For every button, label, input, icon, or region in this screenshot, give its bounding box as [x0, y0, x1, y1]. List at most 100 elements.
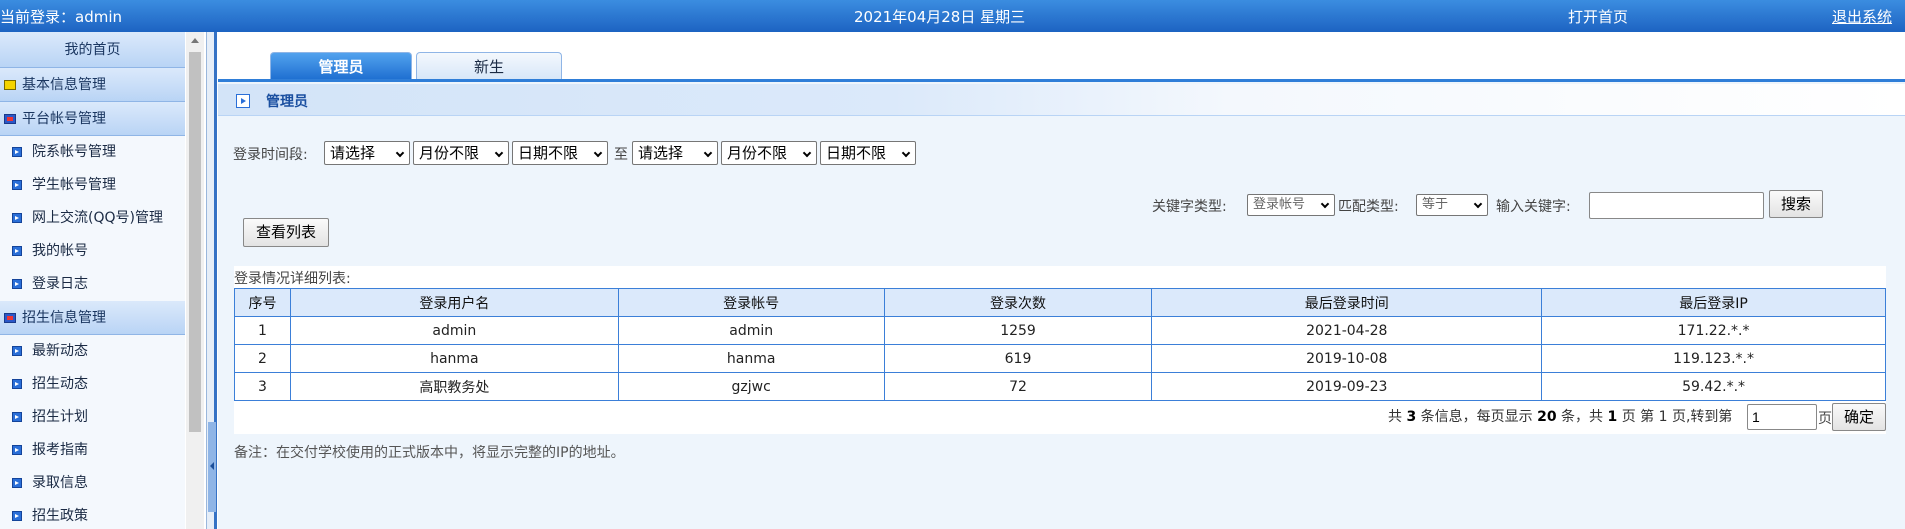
keyword-input[interactable] [1589, 192, 1764, 219]
sidebar-item-student-accounts[interactable]: 学生帐号管理 [0, 169, 185, 202]
table-cell: 119.123.*.* [1541, 344, 1886, 373]
sidebar-home[interactable]: 我的首页 [0, 32, 185, 68]
per-page-count: 20 [1537, 409, 1557, 425]
view-list-button[interactable]: 查看列表 [243, 218, 329, 247]
pager-text: 条信息，每页显示 [1420, 409, 1533, 425]
window-icon [4, 114, 16, 124]
open-home-link[interactable]: 打开首页 [1568, 6, 1628, 27]
confirm-page-button[interactable]: 确定 [1832, 403, 1886, 431]
table-cell: hanma [289, 344, 619, 373]
sidebar-item-label: 登录日志 [32, 276, 88, 292]
pager-text: 共 [1388, 409, 1402, 425]
sidebar-item-label: 报考指南 [32, 442, 88, 458]
chevron-down-icon [901, 148, 911, 158]
sidebar-item-label: 学生帐号管理 [32, 177, 116, 193]
sidebar-item-label: 录取信息 [32, 475, 88, 491]
arrow-box-icon [12, 346, 22, 356]
sidebar-item-dept-accounts[interactable]: 院系帐号管理 [0, 136, 185, 169]
sidebar-group-label: 平台帐号管理 [22, 111, 106, 127]
sidebar-group-admissions[interactable]: 招生信息管理 [0, 301, 185, 335]
remark-note: 备注：在交付学校使用的正式版本中，将显示完整的IP的地址。 [234, 445, 625, 461]
to-year-select[interactable]: 请选择 [632, 141, 718, 165]
tab-admin[interactable]: 管理员 [270, 52, 412, 80]
table-caption: 登录情况详细列表: [234, 271, 351, 287]
arrow-box-icon [12, 213, 22, 223]
arrow-box-icon [12, 412, 22, 422]
table-row: 1 admin admin 1259 2021-04-28 171.22.*.* [234, 316, 1886, 345]
scrollbar-thumb[interactable] [189, 52, 201, 432]
search-button[interactable]: 搜索 [1769, 190, 1823, 218]
sidebar-item-login-log[interactable]: 登录日志 [0, 268, 185, 301]
from-day-select[interactable]: 日期不限 [512, 141, 608, 165]
column-header: 登录次数 [883, 288, 1153, 317]
from-year-select[interactable]: 请选择 [324, 141, 410, 165]
sidebar-item-label: 招生政策 [32, 508, 88, 524]
pager-text: 页 第 [1621, 409, 1655, 425]
arrow-box-icon [12, 279, 22, 289]
sidebar-item-admission-plan[interactable]: 招生计划 [0, 401, 185, 434]
pager-text: 页,转到第 [1671, 409, 1733, 425]
table-cell: hanma [617, 344, 885, 373]
table-cell: 3 [234, 372, 291, 401]
goto-page-input[interactable] [1747, 404, 1817, 430]
table-row: 3 高职教务处 gzjwc 72 2019-09-23 59.42.*.* [234, 372, 1886, 401]
column-header: 最后登录IP [1541, 288, 1886, 317]
total-count: 3 [1406, 409, 1417, 425]
page-suffix: 页 [1818, 411, 1832, 427]
login-time-label: 登录时间段: [233, 147, 308, 163]
arrow-box-icon [12, 379, 22, 389]
chevron-down-icon [703, 148, 713, 158]
sidebar-group-accounts[interactable]: 平台帐号管理 [0, 102, 185, 136]
to-day-select[interactable]: 日期不限 [820, 141, 916, 165]
table-cell: 高职教务处 [289, 372, 619, 401]
sidebar-scrollbar[interactable] [186, 32, 204, 529]
table-cell: 2019-10-08 [1151, 344, 1543, 373]
select-value: 日期不限 [826, 144, 887, 162]
chevron-down-icon [494, 148, 504, 158]
main-content: 管理员 新生 管理员 登录时间段: 请选择 月份不限 日期不限 至 请选择 月份… [218, 32, 1905, 529]
panel-arrow-icon [236, 94, 250, 108]
keyword-type-select[interactable]: 登录帐号 [1247, 194, 1335, 216]
table-cell: 2021-04-28 [1151, 316, 1543, 345]
select-value: 日期不限 [518, 144, 579, 162]
sidebar-item-latest-news[interactable]: 最新动态 [0, 335, 185, 368]
sidebar-item-admission-info[interactable]: 录取信息 [0, 467, 185, 500]
select-value: 登录帐号 [1253, 197, 1306, 212]
current-user-text: 当前登录：admin [0, 8, 123, 26]
collapse-sidebar-icon[interactable] [208, 422, 216, 512]
sidebar-item-label: 网上交流(QQ号)管理 [32, 210, 163, 226]
arrow-box-icon [12, 511, 22, 521]
column-header: 序号 [234, 288, 291, 317]
sidebar-item-qq-management[interactable]: 网上交流(QQ号)管理 [0, 202, 185, 235]
table-cell: admin [289, 316, 619, 345]
select-value: 月份不限 [727, 144, 788, 162]
sidebar-item-exam-guide[interactable]: 报考指南 [0, 434, 185, 467]
sidebar-item-admission-news[interactable]: 招生动态 [0, 368, 185, 401]
window-icon [4, 313, 16, 323]
sidebar-group-label: 基本信息管理 [22, 77, 106, 93]
sidebar-item-admission-policy[interactable]: 招生政策 [0, 500, 185, 529]
match-type-label: 匹配类型: [1338, 199, 1399, 215]
top-bar: 当前登录：admin 2021年04月28日 星期三 打开首页 退出系统 [0, 0, 1905, 32]
chevron-down-icon [1473, 199, 1483, 209]
column-header: 登录用户名 [289, 288, 619, 317]
sidebar-group-label: 招生信息管理 [22, 310, 106, 326]
arrow-box-icon [12, 246, 22, 256]
column-header: 登录帐号 [617, 288, 885, 317]
tab-freshmen[interactable]: 新生 [416, 52, 562, 80]
to-label: 至 [614, 147, 628, 163]
sidebar-item-my-account[interactable]: 我的帐号 [0, 235, 185, 268]
from-month-select[interactable]: 月份不限 [413, 141, 509, 165]
sidebar-item-label: 我的帐号 [32, 243, 88, 259]
table-row: 2 hanma hanma 619 2019-10-08 119.123.*.* [234, 344, 1886, 373]
to-month-select[interactable]: 月份不限 [721, 141, 817, 165]
arrow-box-icon [12, 478, 22, 488]
chevron-down-icon [395, 148, 405, 158]
logout-link[interactable]: 退出系统 [1832, 6, 1892, 27]
scroll-up-icon[interactable] [191, 38, 199, 43]
sidebar-splitter[interactable] [206, 32, 217, 529]
tab-underline [218, 79, 1905, 82]
table-cell: 619 [883, 344, 1153, 373]
sidebar-group-basic-info[interactable]: 基本信息管理 [0, 68, 185, 102]
match-type-select[interactable]: 等于 [1416, 194, 1488, 216]
